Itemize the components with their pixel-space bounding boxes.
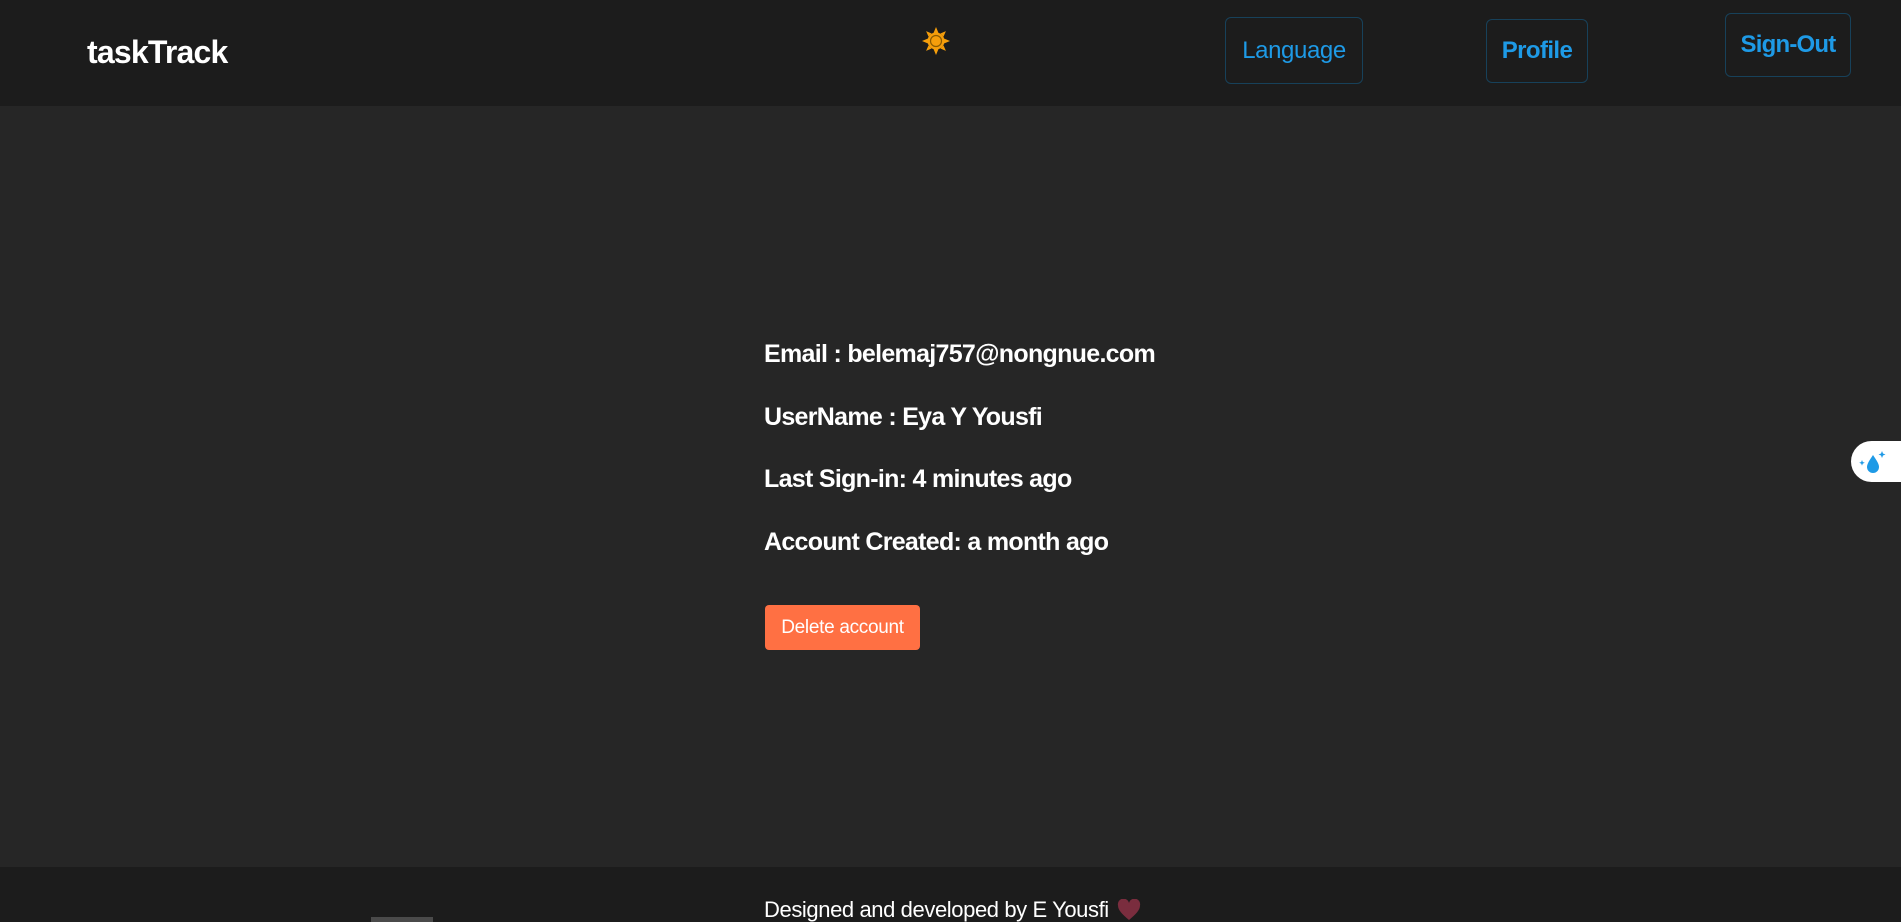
profile-info: Email : belemaj757@nongnue.com UserName … (764, 338, 1156, 588)
side-widget-button[interactable] (1851, 441, 1901, 482)
heart-icon (1117, 899, 1140, 920)
top-navbar: taskTrack Language Profile Sign-Out (0, 0, 1901, 106)
account-created-text: Account Created: a month ago (764, 527, 1109, 556)
delete-account-button[interactable]: Delete account (765, 605, 920, 650)
brand-logo[interactable]: taskTrack (87, 34, 228, 71)
theme-toggle-button[interactable] (919, 24, 953, 58)
footer: Designed and developed by E Yousfi (0, 867, 1901, 922)
language-button[interactable]: Language (1225, 17, 1363, 84)
sun-icon (922, 27, 950, 55)
email-text: Email : belemaj757@nongnue.com (764, 340, 1156, 368)
footer-credit-text: Designed and developed by E Yousfi (764, 897, 1109, 922)
scrollbar-thumb[interactable] (371, 917, 433, 922)
sign-out-button[interactable]: Sign-Out (1725, 13, 1851, 77)
last-signin-text: Last Sign-in: 4 minutes ago (764, 465, 1072, 493)
username-text: UserName : Eya Y Yousfi (764, 402, 1043, 431)
footer-credit: Designed and developed by E Yousfi (764, 897, 1141, 922)
profile-button[interactable]: Profile (1486, 19, 1588, 83)
water-drop-sparkle-icon (1859, 450, 1886, 473)
